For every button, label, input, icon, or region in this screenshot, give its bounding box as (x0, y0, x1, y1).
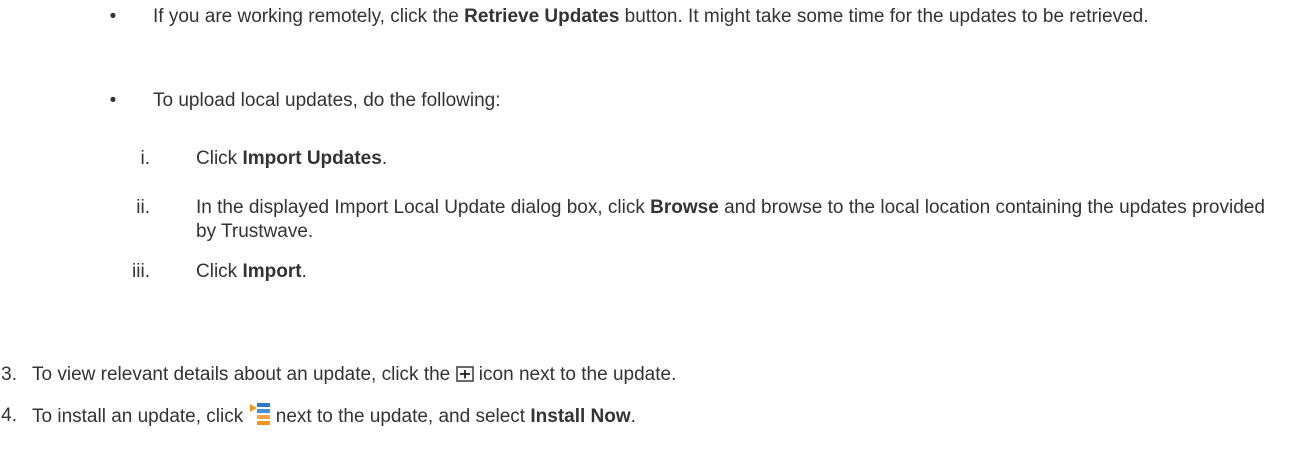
substep-import-updates: i. Click Import Updates. (0, 145, 1302, 173)
bullet-text: To upload local updates, do the followin… (153, 90, 501, 111)
import-updates-label: Import Updates (242, 148, 382, 169)
substep-text: Click Import. (196, 258, 1276, 286)
bullet-item-retrieve-updates: • If you are working remotely, click the… (0, 3, 1302, 63)
step-text-after: icon next to the update. (473, 364, 677, 385)
expand-plus-icon (455, 363, 474, 391)
bullet-text-before: If you are working remotely, click the (153, 6, 465, 27)
step-text-before: To view relevant details about an update… (32, 364, 456, 385)
step-text-after: . (630, 406, 636, 427)
step-text: To install an update, click next to the … (32, 402, 1282, 435)
retrieve-updates-label: Retrieve Updates (464, 6, 620, 27)
actions-menu-icon (249, 402, 271, 435)
substep-text-after: . (301, 261, 307, 282)
substep-marker: iii. (132, 261, 150, 282)
substep-marker: i. (140, 148, 151, 169)
step-view-details: 3. To view relevant details about an upd… (0, 361, 1302, 389)
step-text-before: To install an update, click (32, 406, 249, 427)
install-now-label: Install Now (530, 406, 631, 427)
import-label: Import (242, 261, 302, 282)
bullet-marker: • (109, 90, 117, 111)
substep-text: Click Import Updates. (196, 145, 1276, 173)
bullet-text-after: button. It might take some time for the … (619, 6, 1149, 27)
substep-text-after: . (381, 148, 388, 169)
step-text: To view relevant details about an update… (32, 361, 1282, 391)
substep-browse: ii. In the displayed Import Local Update… (0, 196, 1302, 248)
browse-label: Browse (650, 197, 719, 218)
step-text-middle: next to the update, and select (270, 406, 531, 427)
substep-text: In the displayed Import Local Update dia… (196, 196, 1276, 244)
step-marker: 3. (1, 364, 17, 385)
substep-text-before: Click (196, 261, 243, 282)
step-install-update: 4. To install an update, click next to t… (0, 402, 1302, 430)
bullet-text: If you are working remotely, click the R… (153, 3, 1273, 31)
bullet-item-upload-local: • To upload local updates, do the follow… (0, 87, 1302, 115)
substep-text-before: In the displayed Import Local Update dia… (196, 197, 651, 218)
step-marker: 4. (1, 405, 17, 426)
bullet-marker: • (109, 6, 117, 27)
substep-import: iii. Click Import. (0, 258, 1302, 286)
substep-text-before: Click (196, 148, 243, 169)
substep-marker: ii. (136, 197, 150, 218)
